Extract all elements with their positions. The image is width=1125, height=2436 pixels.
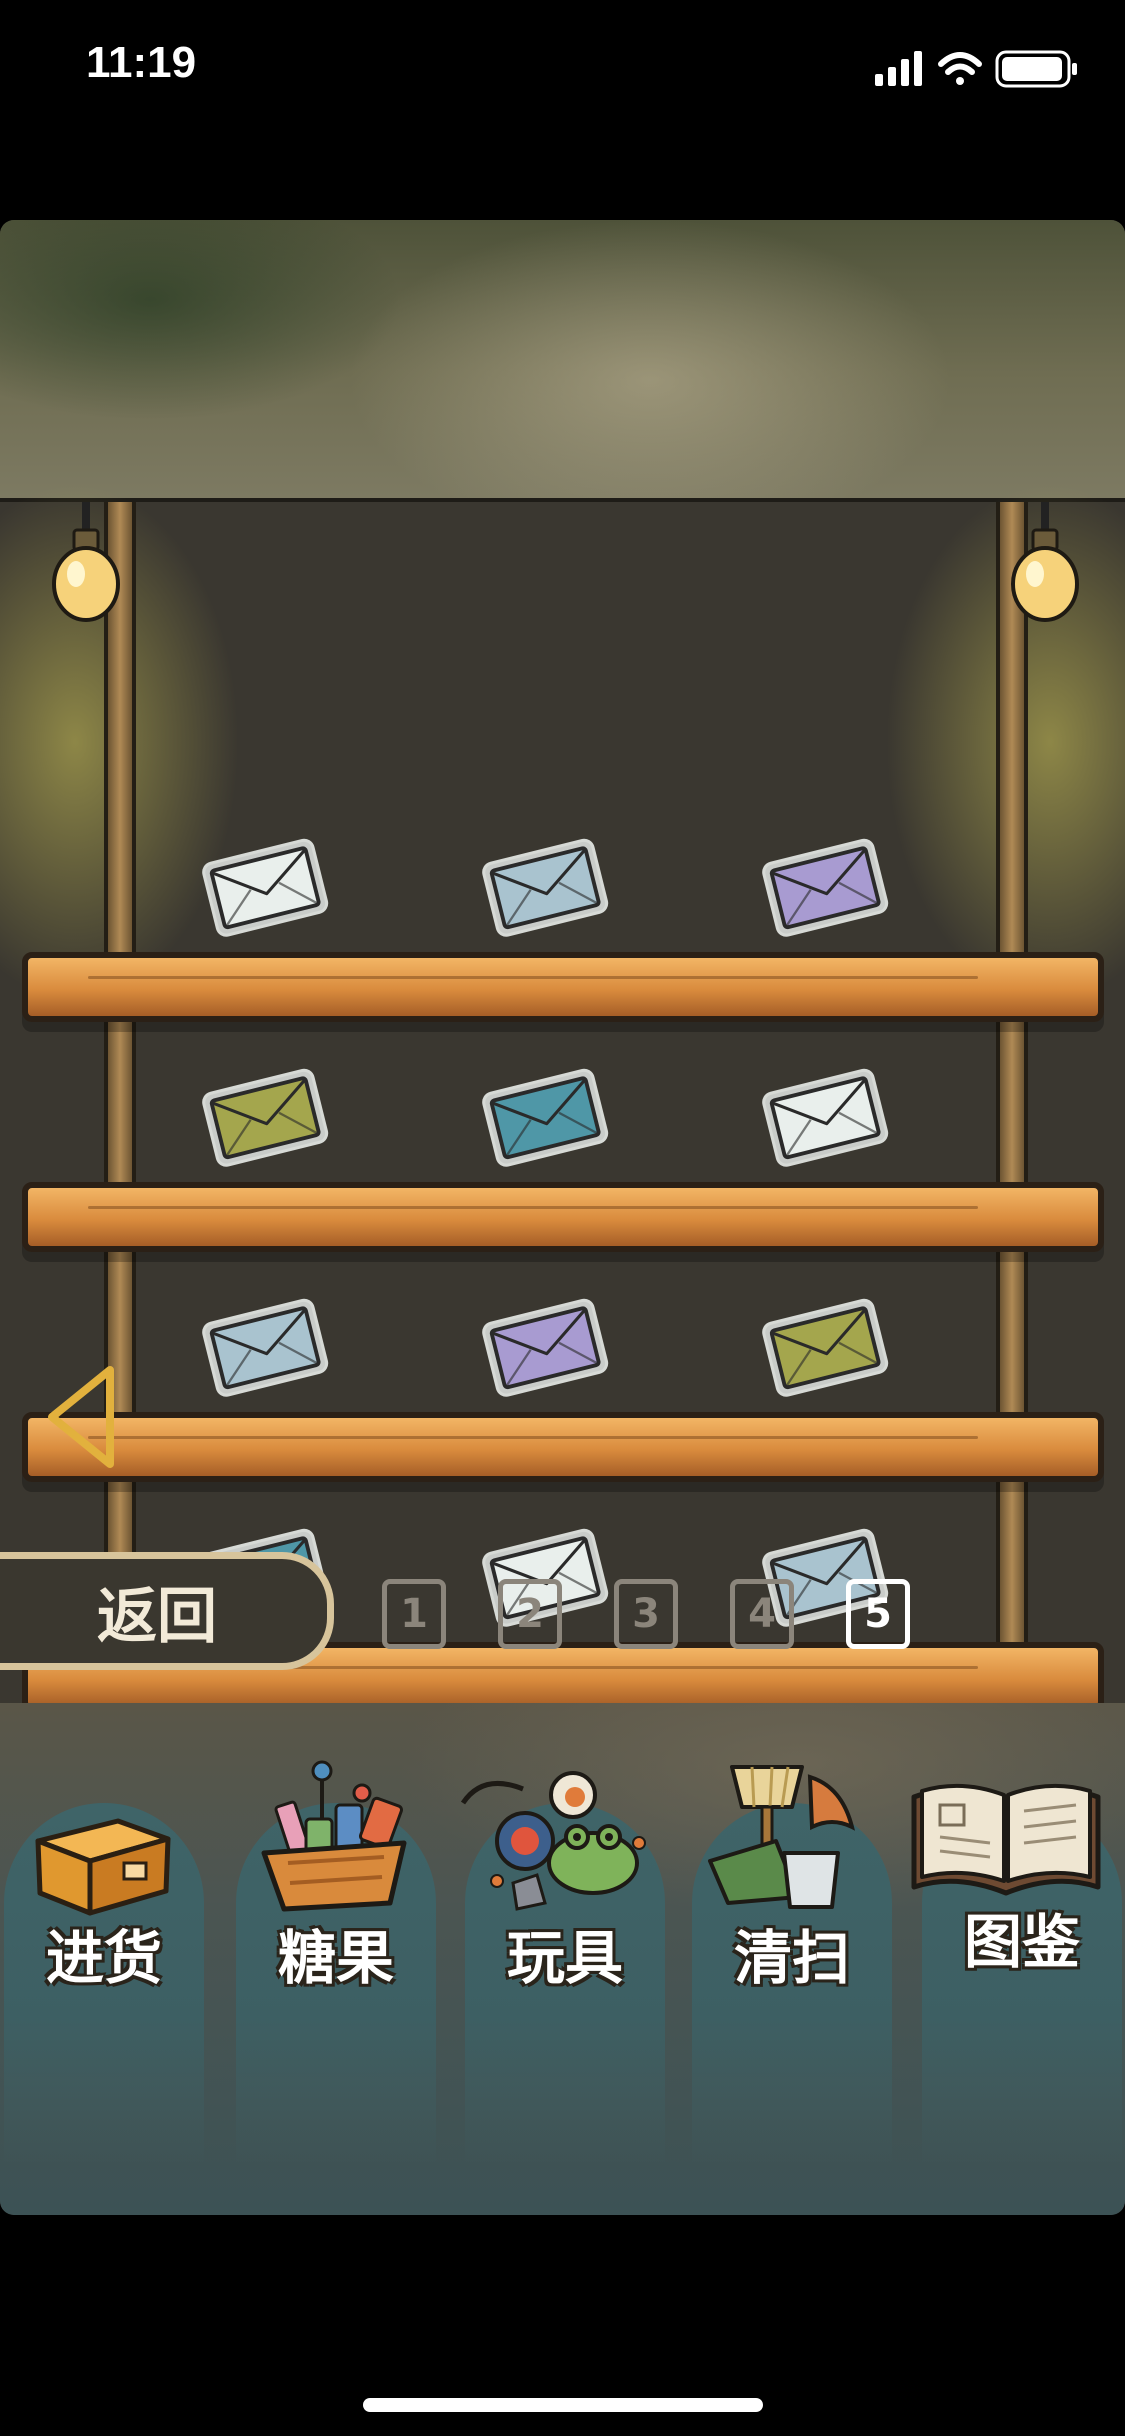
page-button-1[interactable]: 1 [382,1579,446,1649]
shelf-post-left [104,502,136,1707]
status-time: 11:19 [86,38,197,87]
home-indicator[interactable] [363,2398,763,2412]
envelope-icon[interactable] [195,1297,335,1397]
menu-label-candy: 糖果 [277,1924,394,1992]
game-screen: 返回 1 2 3 4 5 进货 糖果 玩具 清扫 图鉴 [0,220,1125,2215]
menu-item-restock[interactable]: 进货 [4,1803,204,2163]
light-bulb-icon [1011,502,1079,622]
envelope-icon[interactable] [755,1297,895,1397]
shelf-plank [22,952,1104,1022]
page-button-2[interactable]: 2 [498,1579,562,1649]
envelope-icon[interactable] [755,1067,895,1167]
menu-label-toys: 玩具 [506,1924,623,1992]
envelope-icon[interactable] [195,837,335,937]
page-button-4[interactable]: 4 [730,1579,794,1649]
shelf-post-right [996,502,1028,1707]
status-bar: 11:19 [0,0,1125,140]
shelf-cabinet: 返回 1 2 3 4 5 [0,482,1125,1712]
previous-arrow-icon[interactable] [42,1362,120,1472]
wifi-icon [938,52,982,85]
toy-frog-icon [460,1771,646,1911]
candy-basket-icon [261,1760,407,1912]
menu-item-clean[interactable]: 清扫 [692,1765,892,2163]
battery-icon [995,50,1077,88]
back-button[interactable]: 返回 [0,1552,334,1670]
envelope-icon[interactable] [195,1067,335,1167]
shelf-plank [22,1412,1104,1482]
envelope-icon[interactable] [755,837,895,937]
page-button-3[interactable]: 3 [614,1579,678,1649]
page-selector: 1 2 3 4 5 [382,1579,910,1649]
page-button-5[interactable]: 5 [846,1579,910,1649]
menu-label-encyclopedia: 图鉴 [963,1908,1080,1976]
menu-item-toys[interactable]: 玩具 [460,1771,665,2163]
menu-item-candy[interactable]: 糖果 [236,1760,436,2163]
envelope-icon[interactable] [475,837,615,937]
forest-backdrop [0,220,1125,498]
cleaning-tools-icon [708,1765,855,1909]
menu-label-clean: 清扫 [733,1924,850,1992]
light-bulb-icon [52,502,120,622]
bottom-menu: 进货 糖果 玩具 清扫 图鉴 [0,1703,1125,2215]
status-icons [875,48,1085,96]
envelope-icon[interactable] [475,1067,615,1167]
menu-item-encyclopedia[interactable]: 图鉴 [911,1783,1122,2163]
envelope-icon[interactable] [475,1297,615,1397]
cellular-signal-icon [875,51,922,86]
menu-label-restock: 进货 [45,1924,162,1992]
cardboard-box-icon [35,1818,171,1916]
shelf-plank [22,1182,1104,1252]
